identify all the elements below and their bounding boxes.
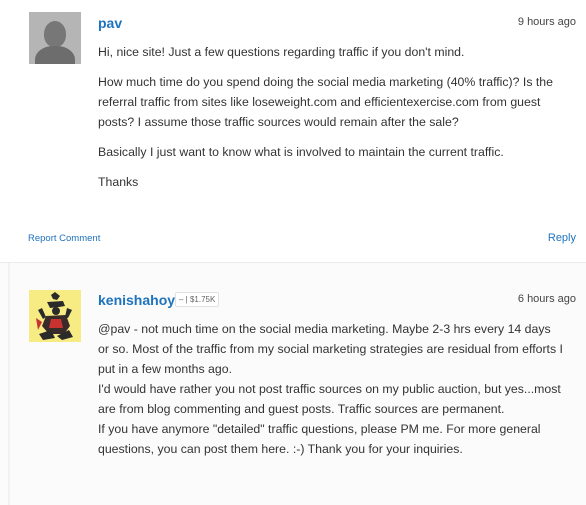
comment-paragraph: Hi, nice site! Just a few questions rega… xyxy=(98,45,465,59)
comment-kenishahoy: kenishahoy 6 hours ago @pav - not much t… xyxy=(0,262,586,505)
seller-rating-badge[interactable]: – | $1.75K xyxy=(175,292,220,307)
report-comment-link[interactable]: Report Comment xyxy=(28,233,100,244)
comment-paragraph: How much time do you spend doing the soc… xyxy=(98,75,553,129)
reply-link[interactable]: Reply xyxy=(548,232,576,244)
comment-timestamp: 6 hours ago xyxy=(517,293,576,305)
comment-paragraph: I'd would have rather you not post traff… xyxy=(98,382,561,416)
comment-body: @pav - not much time on the social media… xyxy=(98,319,563,459)
comment-timestamp: 9 hours ago xyxy=(517,16,576,28)
comment-username[interactable]: pav xyxy=(98,15,122,31)
samurai-avatar-icon[interactable] xyxy=(29,290,81,342)
comment-paragraph: Thanks xyxy=(98,175,139,189)
comment-paragraph: If you have anymore "detailed" traffic q… xyxy=(98,422,541,456)
comment-username[interactable]: kenishahoy xyxy=(98,292,175,308)
comment-body: Hi, nice site! Just a few questions rega… xyxy=(98,42,563,202)
comment-paragraph: @pav - not much time on the social media… xyxy=(98,322,563,376)
default-avatar-icon[interactable] xyxy=(29,12,81,64)
comment-pav: pav 9 hours ago Hi, nice site! Just a fe… xyxy=(0,0,586,262)
comment-paragraph: Basically I just want to know what is in… xyxy=(98,145,504,159)
thread-indent-bar xyxy=(8,263,10,505)
